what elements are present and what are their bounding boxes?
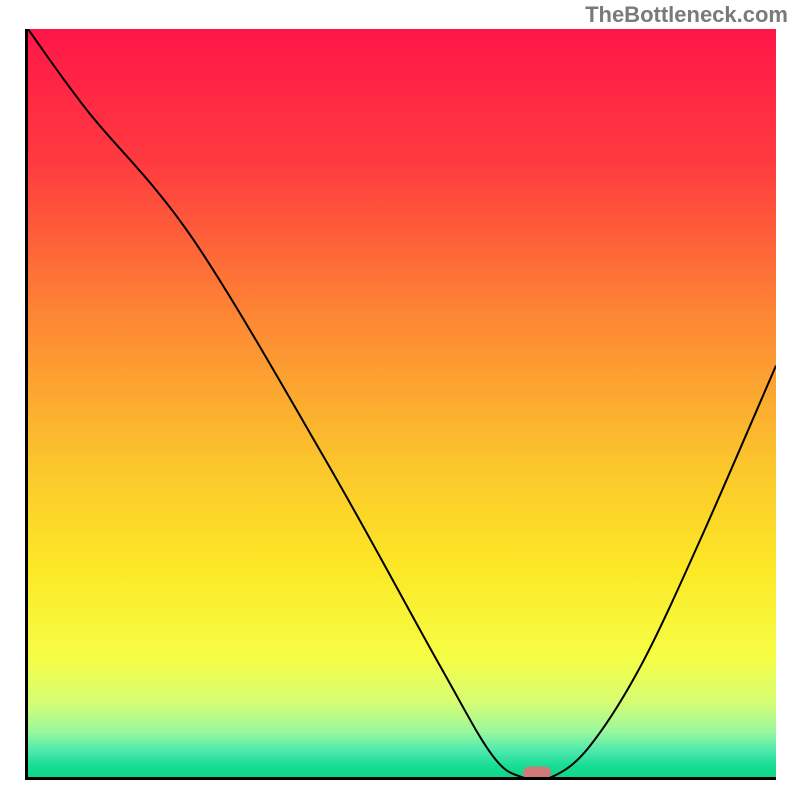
optimal-marker: [523, 767, 551, 780]
watermark-text: TheBottleneck.com: [585, 2, 788, 28]
plot-area: [25, 29, 776, 780]
chart-container: TheBottleneck.com: [0, 0, 800, 800]
gradient-background: [28, 29, 776, 777]
